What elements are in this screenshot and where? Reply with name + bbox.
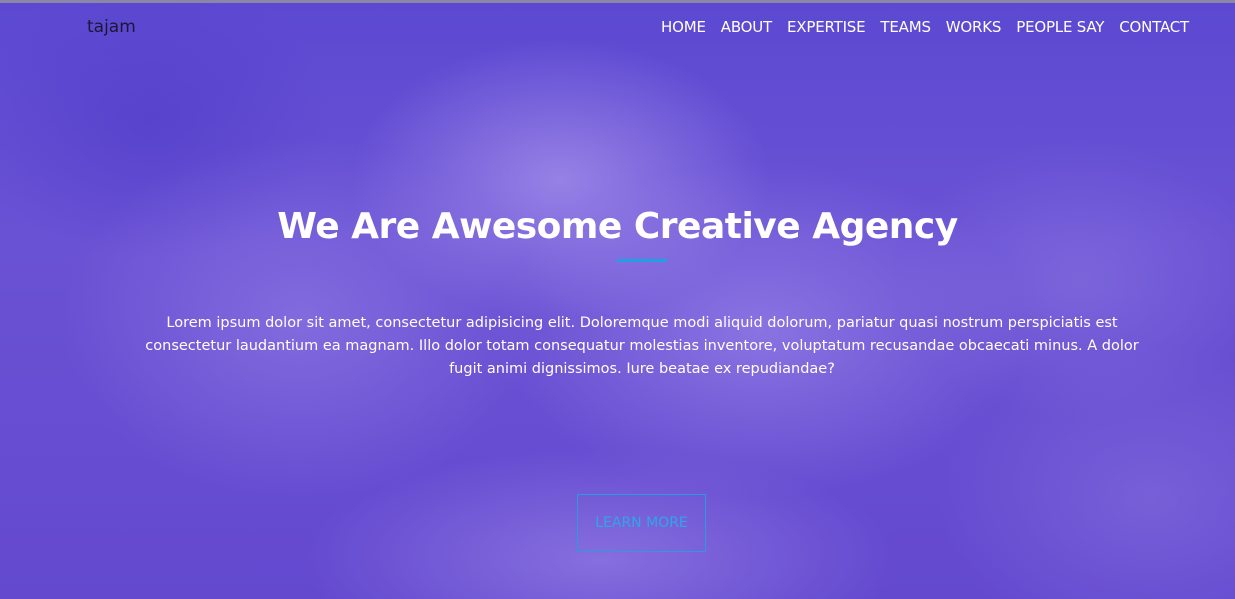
nav-link-home[interactable]: HOME — [661, 18, 706, 36]
nav-menu: HOME ABOUT EXPERTISE TEAMS WORKS PEOPLE … — [661, 17, 1189, 36]
title-underline — [617, 259, 667, 262]
navbar: tajam HOME ABOUT EXPERTISE TEAMS WORKS P… — [0, 0, 1235, 54]
nav-link-contact[interactable]: CONTACT — [1119, 18, 1189, 36]
nav-item-home: HOME — [661, 17, 706, 36]
nav-item-works: WORKS — [946, 17, 1002, 36]
hero-title: We Are Awesome Creative Agency — [277, 206, 958, 247]
nav-item-about: ABOUT — [721, 17, 772, 36]
nav-item-teams: TEAMS — [880, 17, 931, 36]
nav-item-contact: CONTACT — [1119, 17, 1189, 36]
learn-more-button[interactable]: LEARN MORE — [577, 494, 706, 552]
hero-description: Lorem ipsum dolor sit amet, consectetur … — [145, 315, 1139, 377]
nav-item-people-say: PEOPLE SAY — [1016, 17, 1104, 36]
nav-link-teams[interactable]: TEAMS — [880, 18, 931, 36]
hero-section: tajam HOME ABOUT EXPERTISE TEAMS WORKS P… — [0, 0, 1235, 599]
nav-link-expertise[interactable]: EXPERTISE — [787, 18, 866, 36]
nav-link-works[interactable]: WORKS — [946, 18, 1002, 36]
nav-link-people-say[interactable]: PEOPLE SAY — [1016, 18, 1104, 36]
nav-link-about[interactable]: ABOUT — [721, 18, 772, 36]
brand-logo[interactable]: tajam — [87, 17, 136, 37]
nav-item-expertise: EXPERTISE — [787, 17, 866, 36]
